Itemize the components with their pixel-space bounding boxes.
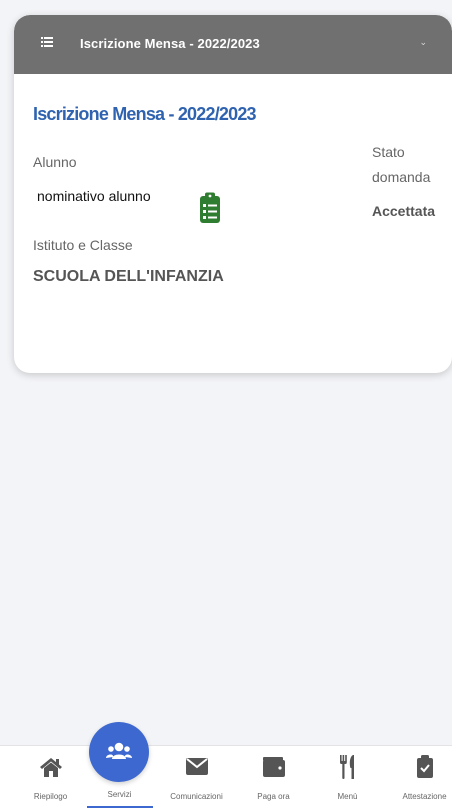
- active-tab-indicator: [87, 806, 153, 808]
- chevron-down-icon[interactable]: ⌄: [419, 37, 427, 48]
- card-title: Iscrizione Mensa - 2022/2023: [33, 104, 257, 124]
- nav-item-riepilogo[interactable]: Riepilogo: [13, 746, 88, 812]
- clipboard-check-icon: [416, 755, 433, 778]
- card-header[interactable]: Iscrizione Mensa - 2022/2023 ⌄: [14, 15, 452, 74]
- utensils-icon: [339, 755, 354, 779]
- menu-icon[interactable]: [41, 37, 53, 47]
- nav-item-paga-ora[interactable]: Paga ora: [236, 746, 311, 812]
- home-icon: [39, 758, 62, 777]
- users-icon: [106, 742, 132, 759]
- nav-item-menu[interactable]: Menù: [310, 746, 385, 812]
- student-name: nominativo alunno: [37, 188, 151, 204]
- status-label: Stato domanda: [372, 144, 431, 185]
- student-label: Alunno: [33, 154, 77, 170]
- clipboard-list-icon[interactable]: [199, 192, 221, 224]
- enrollment-card: Iscrizione Mensa - 2022/2023 ⌄ Iscrizion…: [14, 15, 452, 373]
- bottom-navigation: Riepilogo Servizi Comunicazioni Paga ora…: [0, 745, 452, 812]
- nav-item-attestazione[interactable]: Attestazione: [387, 746, 452, 812]
- header-title: Iscrizione Mensa - 2022/2023: [80, 36, 260, 51]
- school-name: SCUOLA DELL'INFANZIA: [33, 268, 224, 285]
- envelope-icon: [185, 758, 208, 775]
- wallet-icon: [262, 757, 285, 777]
- servizi-fab-button[interactable]: [89, 722, 149, 782]
- school-label: Istituto e Classe: [33, 237, 133, 253]
- nav-label-attestazione: Attestazione: [402, 792, 447, 801]
- status-value: Accettata: [372, 203, 436, 219]
- nav-item-comunicazioni[interactable]: Comunicazioni: [159, 746, 234, 812]
